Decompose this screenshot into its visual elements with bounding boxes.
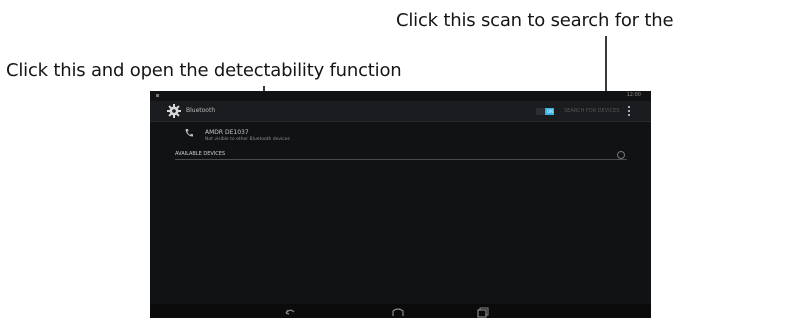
overflow-menu-icon[interactable] — [628, 105, 631, 117]
scanning-spinner-icon — [617, 151, 625, 159]
scan-callout-text: Click this scan to search for the — [396, 10, 674, 31]
detectability-callout-text: Click this and open the detectability fu… — [6, 60, 402, 81]
action-bar: Bluetooth ON SEARCH FOR DEVICES — [150, 101, 651, 122]
search-for-devices-button[interactable]: SEARCH FOR DEVICES — [564, 108, 619, 114]
notification-icon — [156, 94, 159, 97]
device-name: AMDR DE1037 — [205, 129, 249, 136]
phone-icon — [185, 129, 193, 137]
toggle-knob: ON — [545, 108, 554, 115]
navigation-bar — [150, 304, 651, 318]
status-bar: 12:00 — [150, 91, 651, 101]
section-divider — [175, 159, 627, 160]
bluetooth-toggle[interactable]: ON — [536, 108, 554, 115]
home-icon[interactable] — [390, 306, 406, 318]
toggle-label: ON — [546, 109, 553, 114]
status-time: 12:00 — [626, 92, 641, 98]
back-icon[interactable] — [282, 306, 298, 318]
paired-device-row[interactable]: AMDR DE1037 Not visible to other Bluetoo… — [150, 123, 651, 147]
tablet-screen: 12:00 Bluetooth ON SEARCH FOR DEVICES AM… — [150, 91, 651, 318]
gear-icon[interactable] — [166, 103, 182, 119]
page-title: Bluetooth — [186, 107, 216, 114]
available-devices-header: AVAILABLE DEVICES — [175, 151, 226, 157]
recent-apps-icon[interactable] — [474, 306, 490, 318]
device-visibility-status: Not visible to other Bluetooth devices — [205, 137, 290, 142]
